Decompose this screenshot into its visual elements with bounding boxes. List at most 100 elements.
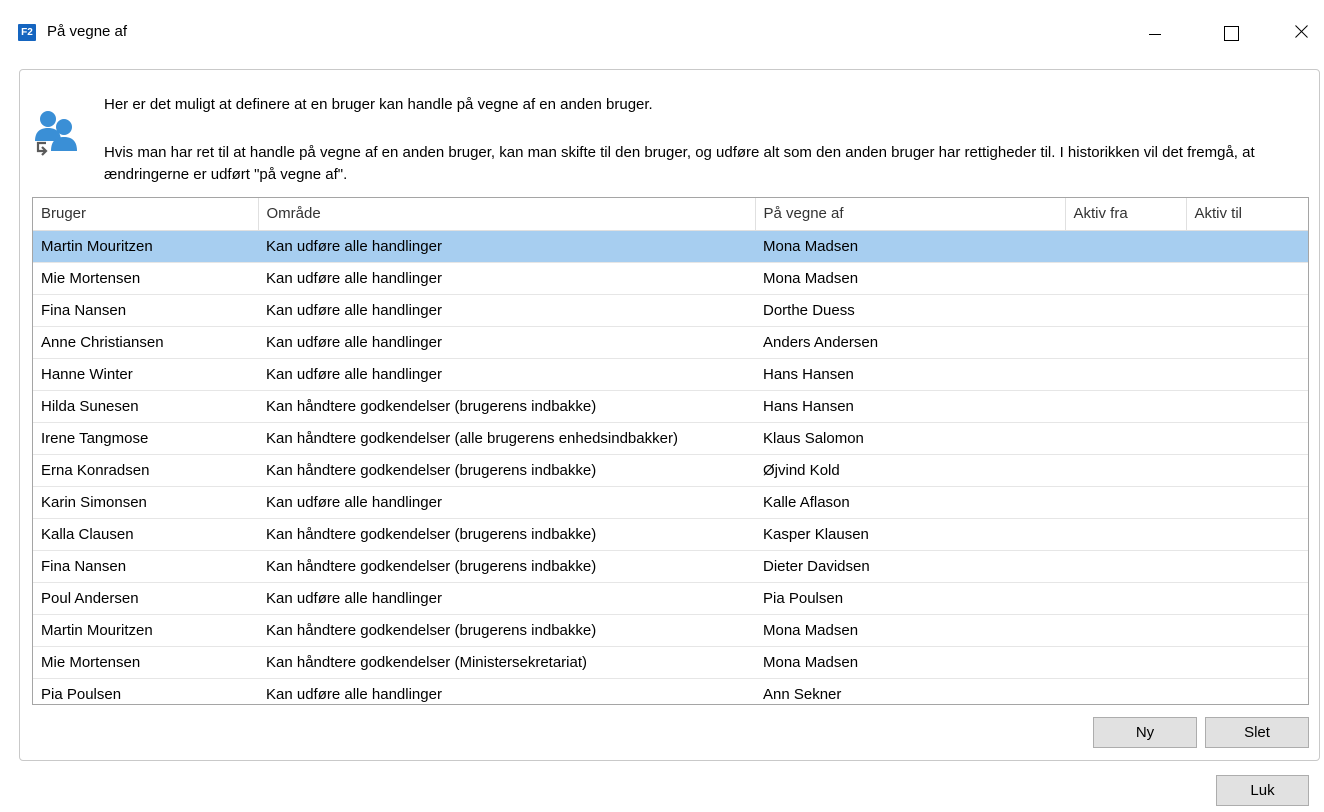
cell-bruger: Martin Mouritzen — [33, 230, 258, 263]
cell-aktiv-fra — [1065, 390, 1186, 423]
close-button[interactable]: Luk — [1216, 775, 1309, 806]
table-row[interactable]: Kalla Clausen Kan håndtere godkendelser (… — [33, 518, 1308, 551]
cell-bruger: Mie Mortensen — [33, 646, 258, 679]
table-row[interactable]: Erna Konradsen Kan håndtere godkendelser … — [33, 454, 1308, 487]
cell-aktiv-fra — [1065, 454, 1186, 487]
info-text-2: Hvis man har ret til at handle på vegne … — [104, 144, 1255, 183]
table-row[interactable]: Anne Christiansen Kan udføre alle handlin… — [33, 326, 1308, 359]
table-row[interactable]: Martin Mouritzen Kan udføre alle handling… — [33, 230, 1308, 263]
cell-aktiv-til — [1186, 326, 1308, 359]
grid-header-row: Bruger Område På vegne af Aktiv fra Akti… — [33, 198, 1308, 231]
cell-aktiv-fra — [1065, 614, 1186, 647]
cell-omraade: Kan udføre alle handlinger — [258, 358, 755, 391]
close-window-button[interactable] — [1278, 14, 1324, 50]
cell-bruger: Pia Poulsen — [33, 678, 258, 704]
cell-paa-vegne-af: Mona Madsen — [755, 262, 1065, 295]
cell-aktiv-til — [1186, 550, 1308, 583]
cell-aktiv-til — [1186, 614, 1308, 647]
table-row[interactable]: Poul Andersen Kan udføre alle handlinger P… — [33, 582, 1308, 615]
cell-aktiv-til — [1186, 678, 1308, 704]
cell-bruger: Irene Tangmose — [33, 422, 258, 455]
delegations-grid[interactable]: Bruger Område På vegne af Aktiv fra Akti… — [32, 197, 1309, 705]
cell-omraade: Kan håndtere godkendelser (brugerens ind… — [258, 550, 755, 583]
table-row[interactable]: Martin Mouritzen Kan håndtere godkendelse… — [33, 614, 1308, 647]
cell-omraade: Kan udføre alle handlinger — [258, 294, 755, 327]
table-row[interactable]: Hanne Winter Kan udføre alle handlinger Ha… — [33, 358, 1308, 391]
cell-omraade: Kan udføre alle handlinger — [258, 262, 755, 295]
table-row[interactable]: Irene Tangmose Kan håndtere godkendelser … — [33, 422, 1308, 455]
column-header-bruger[interactable]: Bruger — [33, 198, 259, 231]
cell-omraade: Kan håndtere godkendelser (brugerens ind… — [258, 614, 755, 647]
delete-button[interactable]: Slet — [1205, 717, 1309, 748]
cell-paa-vegne-af: Dorthe Duess — [755, 294, 1065, 327]
table-row[interactable]: Fina Nansen Kan håndtere godkendelser (br… — [33, 550, 1308, 583]
minimize-button[interactable] — [1132, 14, 1178, 50]
cell-paa-vegne-af: Hans Hansen — [755, 390, 1065, 423]
cell-aktiv-til — [1186, 390, 1308, 423]
users-switch-icon — [35, 111, 77, 156]
cell-paa-vegne-af: Mona Madsen — [755, 230, 1065, 263]
cell-omraade: Kan udføre alle handlinger — [258, 326, 755, 359]
f2-app-icon: F2 — [18, 24, 36, 41]
cell-aktiv-fra — [1065, 582, 1186, 615]
cell-aktiv-til — [1186, 486, 1308, 519]
cell-aktiv-til — [1186, 582, 1308, 615]
cell-bruger: Erna Konradsen — [33, 454, 258, 487]
maximize-button[interactable] — [1208, 14, 1254, 50]
table-row[interactable]: Pia Poulsen Kan udføre alle handlinger Ann… — [33, 678, 1308, 704]
new-button[interactable]: Ny — [1093, 717, 1197, 748]
column-header-aktiv-til[interactable]: Aktiv til — [1186, 198, 1308, 231]
cell-bruger: Fina Nansen — [33, 294, 258, 327]
cell-bruger: Karin Simonsen — [33, 486, 258, 519]
delegations-table: Bruger Område På vegne af Aktiv fra Akti… — [33, 198, 1308, 704]
cell-omraade: Kan håndtere godkendelser (Ministersekre… — [258, 646, 755, 679]
cell-aktiv-fra — [1065, 646, 1186, 679]
cell-bruger: Hilda Sunesen — [33, 390, 258, 423]
table-row[interactable]: Mie Mortensen Kan udføre alle handlinger M… — [33, 262, 1308, 295]
cell-paa-vegne-af: Kasper Klausen — [755, 518, 1065, 551]
cell-omraade: Kan håndtere godkendelser (brugerens ind… — [258, 454, 755, 487]
cell-aktiv-til — [1186, 422, 1308, 455]
title-bar[interactable]: F2 På vegne af — [0, 0, 1324, 64]
cell-aktiv-til — [1186, 646, 1308, 679]
cell-bruger: Kalla Clausen — [33, 518, 258, 551]
cell-aktiv-fra — [1065, 326, 1186, 359]
cell-aktiv-til — [1186, 230, 1308, 263]
cell-omraade: Kan udføre alle handlinger — [258, 230, 755, 263]
cell-paa-vegne-af: Mona Madsen — [755, 646, 1065, 679]
cell-aktiv-fra — [1065, 550, 1186, 583]
cell-aktiv-til — [1186, 454, 1308, 487]
cell-aktiv-fra — [1065, 358, 1186, 391]
cell-aktiv-fra — [1065, 262, 1186, 295]
cell-bruger: Martin Mouritzen — [33, 614, 258, 647]
cell-omraade: Kan håndtere godkendelser (alle brugeren… — [258, 422, 755, 455]
cell-aktiv-til — [1186, 262, 1308, 295]
cell-paa-vegne-af: Kalle Aflason — [755, 486, 1065, 519]
cell-bruger: Hanne Winter — [33, 358, 258, 391]
cell-omraade: Kan håndtere godkendelser (brugerens ind… — [258, 390, 755, 423]
column-header-paa-vegne-af[interactable]: På vegne af — [755, 198, 1066, 231]
cell-omraade: Kan udføre alle handlinger — [258, 678, 755, 704]
cell-paa-vegne-af: Pia Poulsen — [755, 582, 1065, 615]
cell-aktiv-fra — [1065, 518, 1186, 551]
cell-paa-vegne-af: Hans Hansen — [755, 358, 1065, 391]
column-header-aktiv-fra[interactable]: Aktiv fra — [1065, 198, 1187, 231]
cell-aktiv-fra — [1065, 486, 1186, 519]
table-row[interactable]: Hilda Sunesen Kan håndtere godkendelser (… — [33, 390, 1308, 423]
cell-paa-vegne-af: Ann Sekner — [755, 678, 1065, 704]
table-row[interactable]: Fina Nansen Kan udføre alle handlinger Dor… — [33, 294, 1308, 327]
info-text-1: Her er det muligt at definere at en brug… — [104, 96, 653, 113]
cell-omraade: Kan udføre alle handlinger — [258, 582, 755, 615]
cell-aktiv-fra — [1065, 422, 1186, 455]
cell-aktiv-fra — [1065, 294, 1186, 327]
cell-aktiv-fra — [1065, 230, 1186, 263]
cell-bruger: Anne Christiansen — [33, 326, 258, 359]
cell-omraade: Kan håndtere godkendelser (brugerens ind… — [258, 518, 755, 551]
cell-aktiv-til — [1186, 518, 1308, 551]
cell-bruger: Mie Mortensen — [33, 262, 258, 295]
cell-paa-vegne-af: Øjvind Kold — [755, 454, 1065, 487]
cell-aktiv-fra — [1065, 678, 1186, 704]
table-row[interactable]: Mie Mortensen Kan håndtere godkendelser (… — [33, 646, 1308, 679]
table-row[interactable]: Karin Simonsen Kan udføre alle handlinger… — [33, 486, 1308, 519]
column-header-omraade[interactable]: Område — [258, 198, 756, 231]
